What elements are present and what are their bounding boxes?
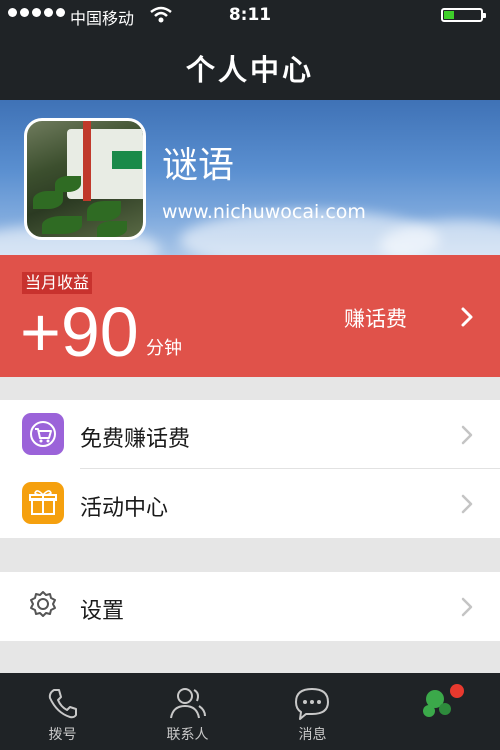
page-title: 个人中心: [185, 53, 314, 87]
menu-item-activity-center[interactable]: 活动中心: [0, 469, 500, 538]
earnings-panel[interactable]: 当月收益 +90 分钟 赚话费: [0, 255, 500, 377]
tab-bar: 拨号 联系人 消息: [0, 673, 500, 750]
cart-icon: [22, 413, 64, 455]
earn-phone-credit-link[interactable]: 赚话费: [344, 303, 407, 333]
menu-item-label: 设置: [80, 599, 125, 624]
earnings-unit: 分钟: [146, 338, 182, 359]
chevron-right-icon: [461, 494, 473, 514]
tab-label: 消息: [298, 727, 327, 743]
notification-badge: [450, 684, 464, 698]
menu-item-label: 免费赚话费: [80, 427, 191, 452]
gear-icon: [22, 585, 64, 627]
profile-name: 谜语: [162, 145, 235, 186]
chevron-right-icon: [461, 597, 473, 617]
menu-group-main: 免费赚话费 活动中心: [0, 400, 500, 538]
chevron-right-icon: [461, 425, 473, 445]
tab-dial[interactable]: 拨号: [0, 673, 125, 750]
status-bar: 中国移动 8:11: [0, 0, 500, 30]
contacts-icon: [170, 688, 206, 719]
profile-header[interactable]: 谜语 www.nichuwocai.com: [0, 100, 500, 255]
tab-me[interactable]: [375, 673, 500, 750]
chevron-right-icon: [461, 307, 473, 327]
gift-icon: [22, 482, 64, 524]
status-time: 8:11: [228, 5, 272, 25]
earnings-value: +90: [20, 293, 139, 371]
menu-group-settings: 设置: [0, 572, 500, 641]
tab-label: 联系人: [166, 727, 209, 743]
menu-item-label: 活动中心: [80, 496, 169, 521]
menu-item-settings[interactable]: 设置: [0, 572, 500, 641]
battery-icon: [441, 8, 486, 22]
avatar[interactable]: [24, 118, 146, 240]
profile-website: www.nichuwocai.com: [162, 201, 366, 223]
navigation-bar: 个人中心: [0, 30, 500, 100]
menu-item-free-credit[interactable]: 免费赚话费: [0, 400, 500, 469]
tab-label: 拨号: [48, 727, 77, 743]
profile-icon: [423, 684, 464, 717]
message-icon: [295, 688, 329, 720]
phone-icon: [48, 689, 77, 719]
tab-messages[interactable]: 消息: [250, 673, 375, 750]
tab-contacts[interactable]: 联系人: [125, 673, 250, 750]
